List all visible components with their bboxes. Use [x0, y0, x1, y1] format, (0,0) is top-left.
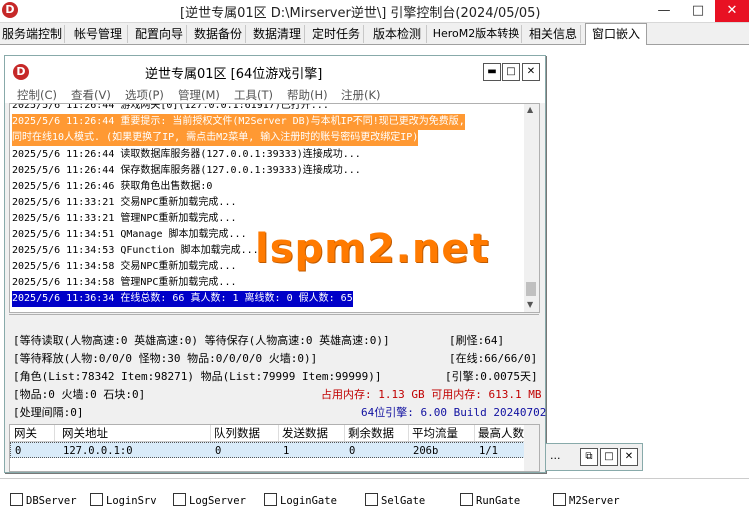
checkbox-loginsrv[interactable]: LoginSrv: [90, 493, 157, 507]
log-line: 2025/5/6 11:33:21 交易NPC重新加载完成...: [12, 197, 237, 208]
mini-close-button[interactable]: ✕: [620, 448, 638, 466]
checkbox-icon[interactable]: [90, 493, 103, 506]
log-output[interactable]: 2025/5/6 11:26:44 游戏网关[0](127.0.0.1:6191…: [9, 103, 526, 313]
scroll-up-icon[interactable]: ▲: [527, 105, 533, 114]
stat-read-wait: [等待读取(人物高速:0 英雄高速:0) 等待保存(人物高速:0 英雄高速:0)…: [13, 334, 390, 347]
log-line: 2025/5/6 11:26:46 获取角色出售数据:0: [12, 181, 213, 192]
stat-interval: [处理间隔:0]: [13, 406, 84, 419]
child-maximize-button[interactable]: □: [502, 63, 520, 81]
cell-address: 127.0.0.1:0: [63, 445, 133, 457]
gateway-table-header: 网关 网关地址 队列数据 发送数据 剩余数据 平均流量 最高人数: [10, 425, 525, 442]
table-row[interactable]: 0 127.0.0.1:0 0 1 0 206b 1/1: [10, 442, 525, 458]
cell-max-players: 1/1: [479, 445, 498, 457]
cell-queue: 0: [215, 445, 222, 457]
log-line: 2025/5/6 11:34:51 QManage 脚本加载完成...: [12, 229, 247, 240]
col-queue-data[interactable]: 队列数据: [210, 425, 279, 441]
log-line: 2025/5/6 11:26:44 保存数据库服务器(127.0.0.1:393…: [12, 165, 361, 176]
menu-tools[interactable]: 工具(T): [234, 87, 273, 103]
stat-items: [物品:0 火墙:0 石块:0]: [13, 388, 146, 401]
menu-manage[interactable]: 管理(M): [178, 87, 220, 103]
log-line: 2025/5/6 11:26:44 读取数据库服务器(127.0.0.1:393…: [12, 149, 361, 160]
child-minimize-button[interactable]: ▬: [483, 63, 501, 81]
tab-config-wizard[interactable]: 配置向导: [132, 25, 187, 43]
mini-maximize-button[interactable]: □: [600, 448, 618, 466]
log-scrollbar[interactable]: ▲ ▼: [524, 103, 540, 313]
minimized-child-window[interactable]: ... ⧉ □ ✕: [545, 443, 643, 471]
minimized-window-label: ...: [550, 449, 561, 462]
log-line: 2025/5/6 11:34:58 管理NPC重新加载完成...: [12, 277, 237, 288]
cell-traffic: 206b: [413, 445, 439, 457]
child-titlebar: D 逆世专属01区 [64位游戏引擎] ▬ □ ✕: [5, 56, 545, 86]
tab-server-control[interactable]: 服务端控制: [0, 25, 65, 43]
checkbox-icon[interactable]: [173, 493, 186, 506]
log-line: 2025/5/6 11:26:44 游戏网关[0](127.0.0.1:6191…: [12, 103, 329, 111]
col-gateway-address[interactable]: 网关地址: [58, 425, 211, 441]
mini-restore-button[interactable]: ⧉: [580, 448, 598, 466]
log-line-selected: 2025/5/6 11:36:34 在线总数: 66 真人数: 1 离线数: 0…: [12, 291, 353, 307]
server-checkbox-bar: DBServer LoginSrv LogServer LoginGate Se…: [0, 478, 749, 515]
child-close-button[interactable]: ✕: [522, 63, 540, 81]
tab-data-backup[interactable]: 数据备份: [191, 25, 246, 43]
cell-gateway: 0: [15, 445, 22, 457]
col-send-data[interactable]: 发送数据: [278, 425, 345, 441]
checkbox-selgate[interactable]: SelGate: [365, 493, 425, 507]
checkbox-rungate[interactable]: RunGate: [460, 493, 520, 507]
checkbox-dbserver[interactable]: DBServer: [10, 493, 77, 507]
stat-release-wait: [等待释放(人物:0/0/0 怪物:30 物品:0/0/0/0 火墙:0)]: [13, 352, 318, 365]
child-window-title: 逆世专属01区 [64位游戏引擎]: [145, 67, 323, 82]
checkbox-icon[interactable]: [10, 493, 23, 506]
log-line: 2025/5/6 11:33:21 管理NPC重新加载完成...: [12, 213, 237, 224]
checkbox-logingate[interactable]: LoginGate: [264, 493, 337, 507]
log-line-warning: 2025/5/6 11:26:44 重要提示: 当前授权文件(M2Server …: [12, 114, 465, 130]
menu-control[interactable]: 控制(C): [17, 87, 57, 103]
scroll-thumb[interactable]: [526, 282, 536, 296]
app-icon: D: [2, 2, 18, 18]
tab-version-check[interactable]: 版本检测: [368, 25, 427, 43]
window-title: [逆世专属01区 D:\Mirserver逆世\] 引擎控制台(2024/05/…: [180, 6, 541, 21]
child-menu-bar: 控制(C) 查看(V) 选项(P) 管理(M) 工具(T) 帮助(H) 注册(K…: [5, 86, 545, 103]
stat-memory: 占用内存: 1.13 GB 可用内存: 613.1 MB: [321, 388, 542, 401]
log-line: 2025/5/6 11:34:53 QFunction 脚本加载完成...: [12, 245, 259, 256]
menu-register[interactable]: 注册(K): [341, 87, 381, 103]
stat-engine: [引擎:0.0075天]: [445, 370, 538, 383]
cell-send: 1: [283, 445, 290, 457]
child-app-icon: D: [13, 64, 29, 80]
log-line: 2025/5/6 11:34:58 交易NPC重新加载完成...: [12, 261, 237, 272]
tab-related-info[interactable]: 相关信息: [526, 25, 581, 43]
tab-data-cleanup[interactable]: 数据清理: [250, 25, 305, 43]
checkbox-m2server[interactable]: M2Server: [553, 493, 620, 507]
checkbox-icon[interactable]: [553, 493, 566, 506]
tab-scheduled-task[interactable]: 定时任务: [309, 25, 364, 43]
window-titlebar: D [逆世专属01区 D:\Mirserver逆世\] 引擎控制台(2024/0…: [0, 0, 749, 23]
scroll-down-icon[interactable]: ▼: [527, 300, 533, 309]
gateway-table[interactable]: 网关 网关地址 队列数据 发送数据 剩余数据 平均流量 最高人数 0 127.0…: [9, 424, 526, 472]
cell-remain: 0: [349, 445, 356, 457]
checkbox-icon[interactable]: [264, 493, 277, 506]
tab-account-manage[interactable]: 帐号管理: [69, 25, 128, 43]
checkbox-icon[interactable]: [365, 493, 378, 506]
stat-refresh: [刷怪:64]: [449, 334, 505, 347]
stat-online: [在线:66/66/0]: [449, 352, 538, 365]
stat-build: 64位引擎: 6.00 Build 20240702: [361, 406, 547, 419]
stat-role-list: [角色(List:78342 Item:98271) 物品(List:79999…: [13, 370, 382, 383]
minimize-button[interactable]: —: [647, 0, 681, 22]
watermark-text: lspm2.net: [255, 226, 490, 272]
close-button[interactable]: ✕: [715, 0, 749, 22]
checkbox-icon[interactable]: [460, 493, 473, 506]
col-avg-traffic[interactable]: 平均流量: [408, 425, 475, 441]
gateway-scrollbar[interactable]: [524, 424, 540, 472]
checkbox-logserver[interactable]: LogServer: [173, 493, 246, 507]
menu-options[interactable]: 选项(P): [125, 87, 164, 103]
menu-view[interactable]: 查看(V): [71, 87, 111, 103]
log-line-warning: 同时在线10人模式. (如果更换了IP, 需点击M2菜单, 输入注册时的账号密码…: [12, 130, 419, 146]
col-max-players[interactable]: 最高人数: [474, 425, 525, 441]
main-tab-bar: 服务端控制 帐号管理 配置向导 数据备份 数据清理 定时任务 版本检测 Hero…: [0, 23, 749, 45]
col-gateway[interactable]: 网关: [10, 425, 55, 441]
menu-help[interactable]: 帮助(H): [287, 87, 328, 103]
col-remain-data[interactable]: 剩余数据: [344, 425, 409, 441]
tab-window-embed[interactable]: 窗口嵌入: [585, 23, 647, 45]
maximize-button[interactable]: □: [681, 0, 715, 22]
tab-herom2-convert[interactable]: HeroM2版本转换: [431, 25, 522, 43]
